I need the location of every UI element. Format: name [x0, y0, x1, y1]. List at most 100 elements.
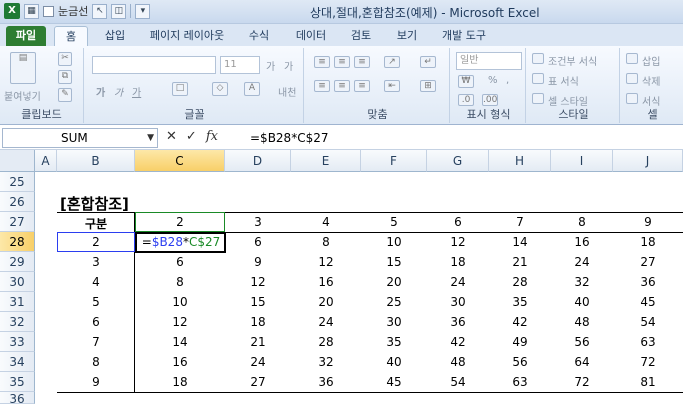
header-cell-d[interactable]: 3	[225, 215, 291, 229]
table-cell[interactable]: 18	[613, 235, 683, 249]
copy-icon[interactable]: ⧉	[58, 70, 72, 84]
align-left-icon[interactable]: ≡	[314, 80, 330, 92]
column-header-c[interactable]: C	[135, 150, 225, 172]
table-cell[interactable]: 40	[361, 355, 427, 369]
tab-view[interactable]: 보기	[390, 26, 424, 46]
align-middle-icon[interactable]: ≡	[334, 56, 350, 68]
table-cell[interactable]: 20	[291, 295, 361, 309]
column-header-g[interactable]: G	[427, 150, 489, 172]
table-cell[interactable]: 63	[489, 375, 551, 389]
tab-home[interactable]: 홈	[54, 26, 88, 46]
row-header-27[interactable]: 27	[0, 212, 35, 232]
table-cell[interactable]: 27	[225, 375, 291, 389]
tab-developer[interactable]: 개발 도구	[436, 26, 492, 46]
table-cell[interactable]: 25	[361, 295, 427, 309]
table-cell[interactable]: 21	[489, 255, 551, 269]
underline-button[interactable]: 가	[132, 84, 141, 99]
table-cell[interactable]: 40	[551, 295, 613, 309]
row-header-32[interactable]: 32	[0, 312, 35, 332]
italic-button[interactable]: 가	[114, 84, 123, 99]
font-grow-icon[interactable]: 가	[266, 58, 275, 73]
table-cell[interactable]: 21	[225, 335, 291, 349]
border-icon[interactable]: □	[172, 82, 188, 96]
row-header-31[interactable]: 31	[0, 292, 35, 312]
paste-icon[interactable]: ▤	[10, 52, 36, 84]
tab-page-layout[interactable]: 페이지 레이아웃	[142, 26, 232, 46]
column-header-e[interactable]: E	[291, 150, 361, 172]
tab-data[interactable]: 데이터	[288, 26, 334, 46]
table-cell[interactable]: 12	[291, 255, 361, 269]
row-header-34[interactable]: 34	[0, 352, 35, 372]
table-cell[interactable]: 14	[489, 235, 551, 249]
font-name-combo[interactable]	[92, 56, 216, 74]
table-cell[interactable]: 72	[613, 355, 683, 369]
comma-button[interactable]: ,	[506, 75, 509, 86]
table-cell[interactable]: 32	[551, 275, 613, 289]
table-cell[interactable]: 42	[427, 335, 489, 349]
table-cell[interactable]: 54	[427, 375, 489, 389]
qat-customize-icon[interactable]: ▾	[135, 3, 151, 19]
table-cell[interactable]: 10	[361, 235, 427, 249]
header-cell-e[interactable]: 4	[291, 215, 361, 229]
row-header-25[interactable]: 25	[0, 172, 35, 192]
table-cell[interactable]: 54	[613, 315, 683, 329]
align-top-icon[interactable]: ≡	[314, 56, 330, 68]
align-center-icon[interactable]: ≡	[334, 80, 350, 92]
table-cell[interactable]: 18	[135, 375, 225, 389]
indent-icon[interactable]: ⇤	[384, 80, 400, 92]
camera-icon[interactable]: ◫	[111, 3, 127, 19]
table-cell[interactable]: 12	[427, 235, 489, 249]
column-header-f[interactable]: F	[361, 150, 427, 172]
column-header-a[interactable]: A	[35, 150, 57, 172]
row-header-26[interactable]: 26	[0, 192, 35, 212]
table-cell[interactable]: 6	[225, 235, 291, 249]
name-box-dropdown-icon[interactable]: ▼	[147, 129, 154, 147]
column-header-b[interactable]: B	[57, 150, 135, 172]
table-cell[interactable]: 24	[427, 275, 489, 289]
table-cell[interactable]: 18	[225, 315, 291, 329]
delete-cells-button[interactable]: 삭제	[642, 73, 660, 88]
table-cell[interactable]: 35	[361, 335, 427, 349]
gridlines-checkbox[interactable]	[43, 5, 54, 17]
table-cell[interactable]: 48	[427, 355, 489, 369]
table-cell[interactable]: 9	[225, 255, 291, 269]
cut-icon[interactable]: ✂	[58, 52, 72, 66]
sheet-view-icon[interactable]: ▦	[24, 3, 39, 19]
insert-cells-icon[interactable]	[626, 53, 638, 64]
table-cell[interactable]: 10	[135, 295, 225, 309]
table-cell[interactable]: 6	[135, 255, 225, 269]
orientation-icon[interactable]: ↗	[384, 56, 400, 68]
table-cell[interactable]: 63	[613, 335, 683, 349]
row-header-29[interactable]: 29	[0, 252, 35, 272]
cell-style-icon[interactable]	[532, 93, 544, 104]
table-cell[interactable]: 8	[135, 275, 225, 289]
bold-button[interactable]: 가	[96, 84, 105, 99]
row-label-cell[interactable]: 8	[57, 355, 135, 369]
table-cell[interactable]: 18	[427, 255, 489, 269]
table-cell[interactable]: 36	[613, 275, 683, 289]
table-cell[interactable]: 14	[135, 335, 225, 349]
table-cell[interactable]: 28	[291, 335, 361, 349]
font-color-icon[interactable]: A	[244, 82, 260, 96]
tab-file[interactable]: 파일	[6, 26, 46, 46]
table-cell[interactable]: 24	[551, 255, 613, 269]
table-cell[interactable]: 24	[225, 355, 291, 369]
table-cell[interactable]: 27	[613, 255, 683, 269]
merge-center-icon[interactable]: ⊞	[420, 80, 436, 92]
table-cell[interactable]: 28	[489, 275, 551, 289]
table-format-button[interactable]: 표 서식	[548, 73, 579, 88]
currency-icon[interactable]: ₩	[458, 75, 474, 88]
table-cell[interactable]: 16	[291, 275, 361, 289]
delete-cells-icon[interactable]	[626, 73, 638, 84]
table-cell[interactable]: 36	[427, 315, 489, 329]
tab-review[interactable]: 검토	[344, 26, 378, 46]
header-cell-f[interactable]: 5	[361, 215, 427, 229]
conditional-format-button[interactable]: 조건부 서식	[548, 53, 597, 68]
table-cell[interactable]: 15	[225, 295, 291, 309]
table-cell[interactable]: 45	[613, 295, 683, 309]
table-cell[interactable]: 24	[291, 315, 361, 329]
table-format-icon[interactable]	[532, 73, 544, 84]
table-cell[interactable]: 15	[361, 255, 427, 269]
number-format-combo[interactable]: 일반	[456, 52, 522, 70]
header-cell-j[interactable]: 9	[613, 215, 683, 229]
